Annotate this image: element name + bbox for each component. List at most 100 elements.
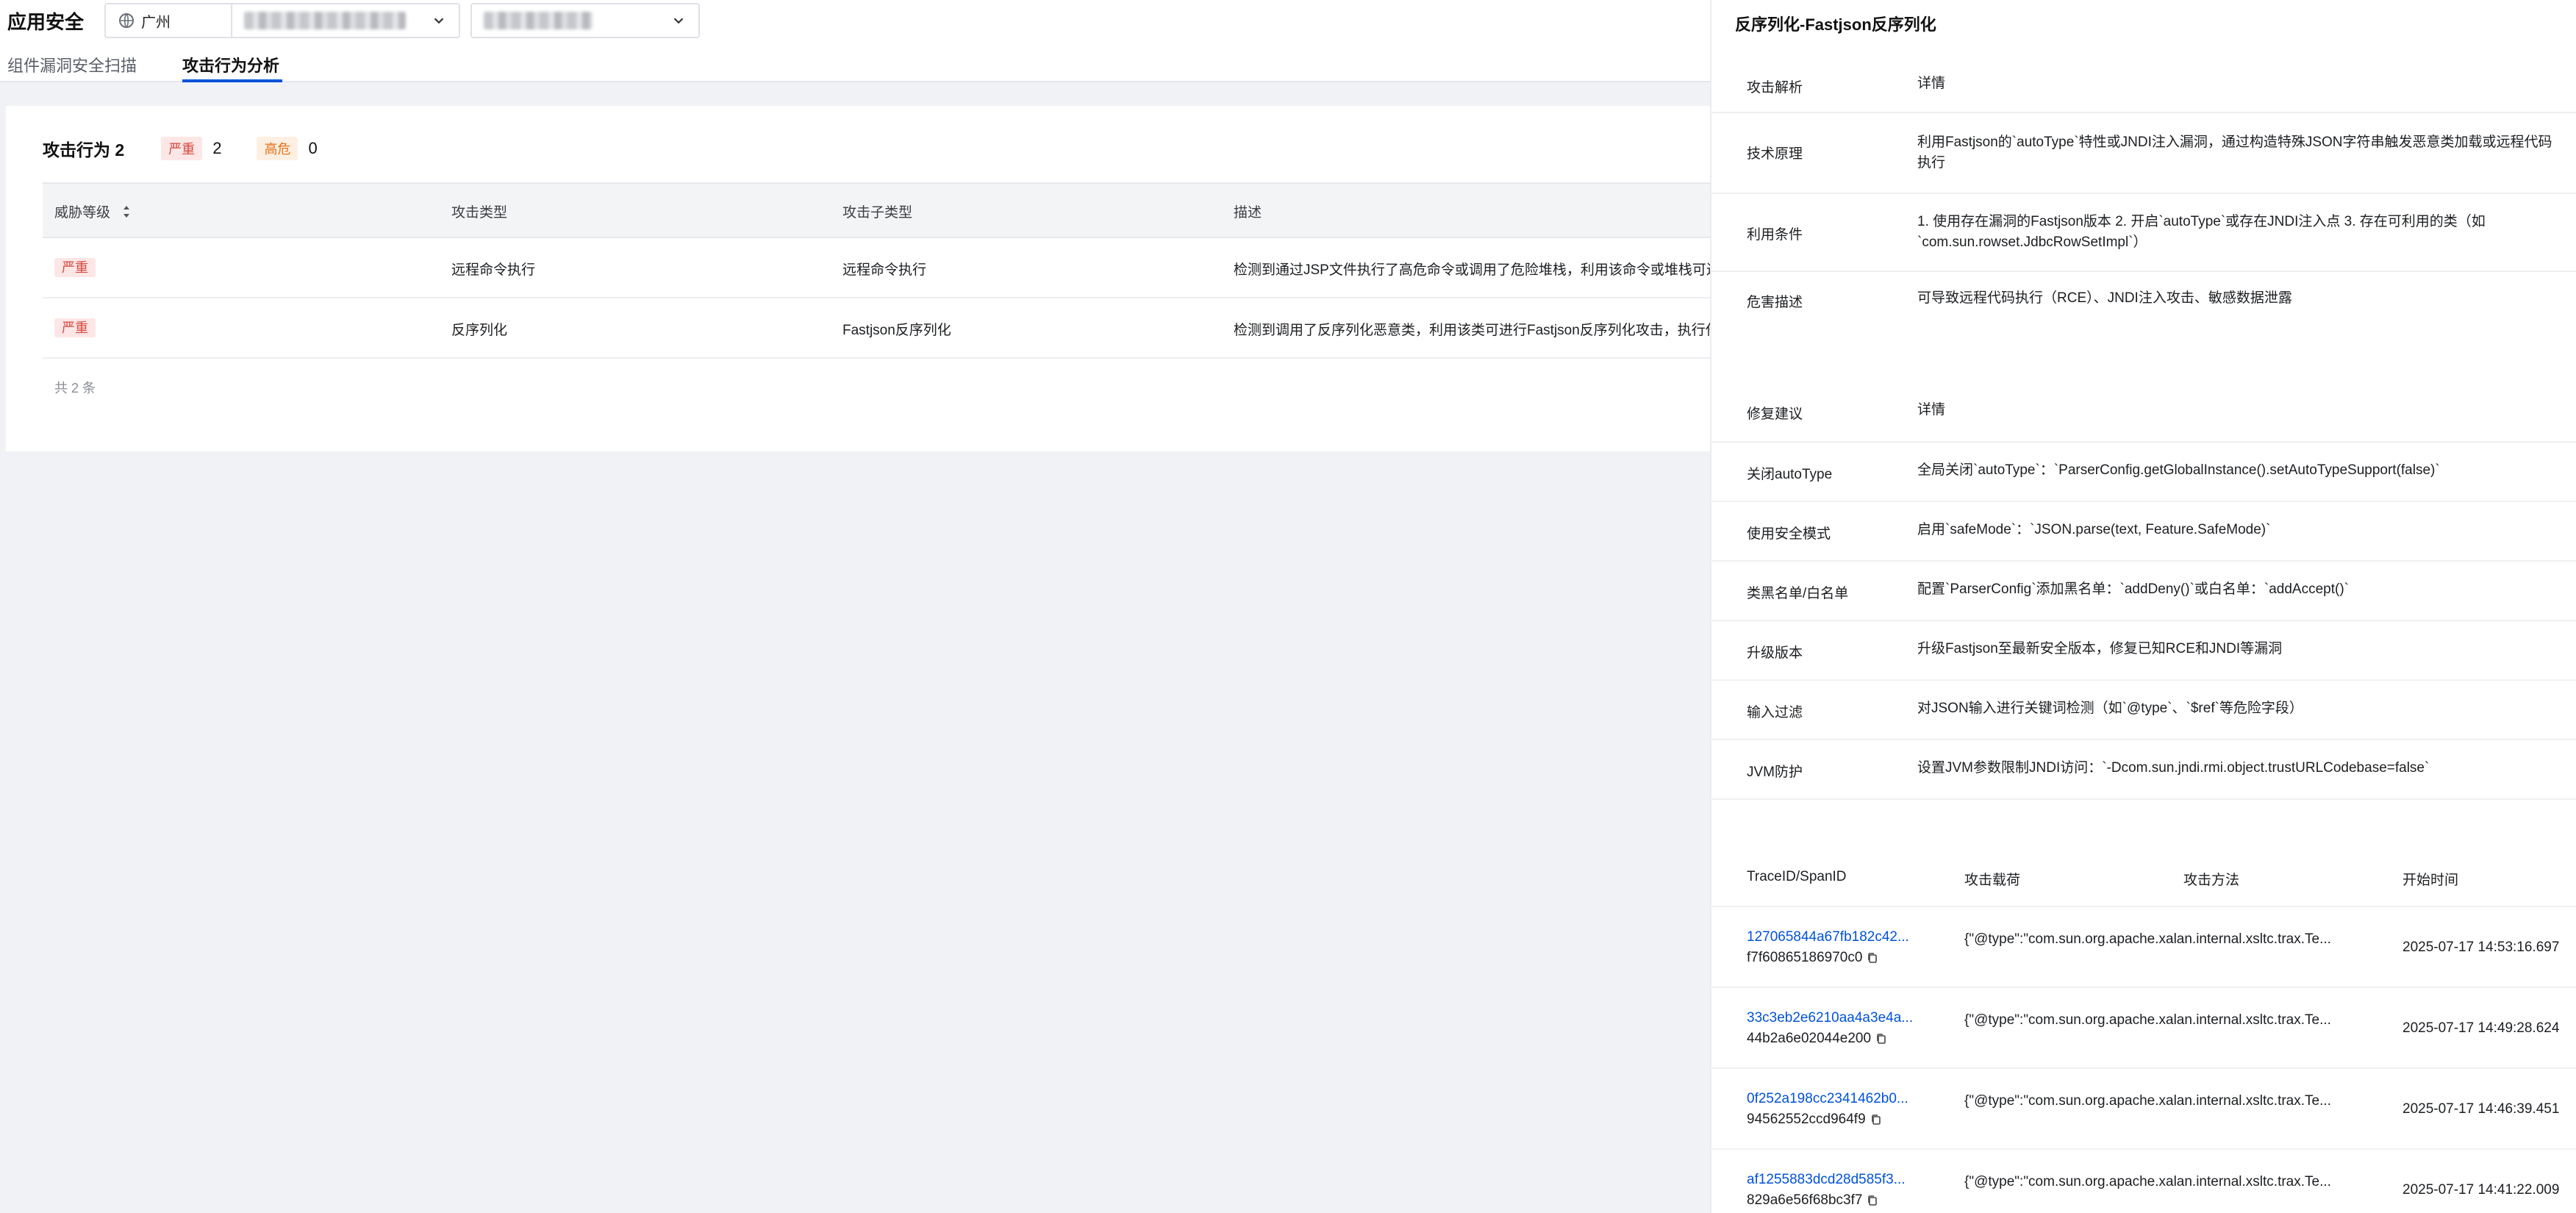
fix-header: 修复建议 详情	[1711, 384, 2576, 443]
fix-value: 配置`ParserConfig`添加黑名单：`addDeny()`或白名单：`a…	[1917, 582, 2349, 597]
table-row[interactable]: 严重 远程命令执行 远程命令执行 检测到通过JSP文件执行了高危命令或调用了危险…	[43, 238, 1770, 298]
fix-value: 全局关闭`autoType`：`ParserConfig.getGlobalIn…	[1917, 462, 2440, 478]
fix-key: 类黑名单/白名单	[1747, 586, 1849, 601]
severity-tag: 严重	[54, 258, 96, 277]
analysis-row: 技术原理 利用Fastjson的`autoType`特性或JNDI注入漏洞，通过…	[1711, 113, 2576, 194]
copy-icon[interactable]	[1867, 952, 1878, 964]
trace-id-link[interactable]: 0f252a198cc2341462b0...	[1747, 1091, 1908, 1107]
col-threat-level[interactable]: 威胁等级	[54, 201, 132, 221]
analysis-key: 利用条件	[1747, 227, 1803, 243]
copy-icon[interactable]	[1867, 1195, 1878, 1206]
span-id-text: 829a6e56f68bc3f7	[1747, 1192, 1863, 1208]
copy-icon[interactable]	[1875, 1033, 1887, 1045]
start-time: 2025-07-17 14:41:22.009	[2403, 1182, 2560, 1198]
col-label: 威胁等级	[54, 205, 111, 221]
tab-component-scan[interactable]: 组件漏洞安全扫描	[7, 53, 137, 76]
fix-header-value: 详情	[1917, 402, 1946, 418]
trace-id-link[interactable]: af1255883dcd28d585f3...	[1747, 1172, 1906, 1188]
chevron-down-icon	[673, 18, 684, 24]
analysis-header-value: 详情	[1917, 76, 1946, 91]
span-id-text: f7f60865186970c0	[1747, 950, 1863, 965]
sort-icon[interactable]	[121, 204, 132, 219]
fix-row: 升级版本 升级Fastjson至最新安全版本，修复已知RCE和JNDI等漏洞	[1711, 621, 2576, 681]
severity-tag: 严重	[54, 318, 96, 337]
region-value: 广州	[141, 14, 171, 31]
copy-icon[interactable]	[1870, 1114, 1882, 1126]
app-select[interactable]	[231, 3, 460, 38]
fix-row: 使用安全模式 启用`safeMode`：`JSON.parse(text, Fe…	[1711, 502, 2576, 562]
attack-description: 检测到通过JSP文件执行了高危命令或调用了危险堆栈，利用该命令或堆栈可进	[1234, 262, 1720, 278]
col-trace-id: TraceID/SpanID	[1747, 869, 1847, 884]
drawer-title: 反序列化-Fastjson反序列化	[1735, 15, 1936, 34]
attack-description: 检测到调用了反序列化恶意类，利用该类可进行Fastjson反序列化攻击，执行任	[1234, 323, 1720, 338]
col-start-time: 开始时间	[2403, 873, 2459, 888]
analysis-value: 1. 使用存在漏洞的Fastjson版本 2. 开启`autoType`或存在J…	[1917, 214, 2486, 250]
analysis-value: 利用Fastjson的`autoType`特性或JNDI注入漏洞，通过构造特殊J…	[1917, 135, 2552, 171]
payload: {"@type":"com.sun.org.apache.xalan.inter…	[1964, 1174, 2331, 1189]
high-badge: 高危	[257, 137, 298, 160]
col-description: 描述	[1234, 205, 1262, 221]
attack-table: 威胁等级 攻击类型 攻击子类型 描述 严重 远程命令执行 远程命令执行 检测到通…	[43, 182, 1770, 359]
trace-row: 0f252a198cc2341462b0... 94562552ccd964f9…	[1711, 1069, 2576, 1150]
analysis-header-key: 攻击解析	[1747, 80, 1803, 96]
analysis-header: 攻击解析 详情	[1711, 59, 2576, 113]
high-count: 0	[308, 139, 318, 157]
fix-value: 对JSON输入进行关键词检测（如`@type`、`$ref`等危险字段）	[1917, 701, 2303, 716]
fix-header-key: 修复建议	[1747, 407, 1803, 422]
trace-row: af1255883dcd28d585f3... 829a6e56f68bc3f7…	[1711, 1150, 2576, 1213]
tab-attack-analysis[interactable]: 攻击行为分析	[182, 53, 279, 76]
chevron-down-icon	[434, 18, 444, 24]
span-id: 44b2a6e02044e200	[1747, 1031, 1887, 1047]
col-payload: 攻击载荷	[1964, 873, 2021, 888]
fix-row: 输入过滤 对JSON输入进行关键词检测（如`@type`、`$ref`等危险字段…	[1711, 681, 2576, 740]
span-id-text: 44b2a6e02044e200	[1747, 1031, 1872, 1046]
globe-icon	[119, 13, 134, 28]
instance-select[interactable]	[471, 3, 700, 38]
analysis-row: 危害描述 可导致远程代码执行（RCE）、JNDI注入攻击、敏感数据泄露	[1711, 272, 2576, 331]
start-time: 2025-07-17 14:46:39.451	[2403, 1101, 2560, 1117]
span-id-text: 94562552ccd964f9	[1747, 1112, 1866, 1127]
table-header: 威胁等级 攻击类型 攻击子类型 描述	[43, 182, 1770, 238]
start-time: 2025-07-17 14:49:28.624	[2403, 1020, 2560, 1036]
span-id: 94562552ccd964f9	[1747, 1112, 1882, 1128]
analysis-section: 攻击解析 详情 技术原理 利用Fastjson的`autoType`特性或JND…	[1711, 59, 2576, 331]
attack-card: 攻击行为 2 严重 2 高危 0 威胁等级 攻击类型 攻击子类型 描述 严重 远…	[6, 106, 1770, 451]
severe-count: 2	[212, 139, 222, 157]
fix-value: 升级Fastjson至最新安全版本，修复已知RCE和JNDI等漏洞	[1917, 641, 2283, 656]
attack-type: 远程命令执行	[451, 262, 536, 278]
payload: {"@type":"com.sun.org.apache.xalan.inter…	[1964, 1093, 2331, 1109]
fix-value: 设置JVM参数限制JNDI访问：`-Dcom.sun.jndi.rmi.obje…	[1917, 760, 2430, 776]
fix-key: 使用安全模式	[1747, 526, 1831, 542]
payload: {"@type":"com.sun.org.apache.xalan.inter…	[1964, 931, 2331, 947]
fix-key: 输入过滤	[1747, 705, 1803, 720]
attack-summary: 攻击行为 2 严重 2 高危 0	[43, 135, 318, 162]
payload: {"@type":"com.sun.org.apache.xalan.inter…	[1964, 1012, 2331, 1028]
table-row[interactable]: 严重 反序列化 Fastjson反序列化 检测到调用了反序列化恶意类，利用该类可…	[43, 298, 1770, 359]
fix-row: 类黑名单/白名单 配置`ParserConfig`添加黑名单：`addDeny(…	[1711, 562, 2576, 621]
analysis-key: 危害描述	[1747, 295, 1803, 310]
fix-row: JVM防护 设置JVM参数限制JNDI访问：`-Dcom.sun.jndi.rm…	[1711, 740, 2576, 800]
col-method: 攻击方法	[2183, 873, 2240, 888]
attack-type: 反序列化	[451, 323, 508, 338]
severe-badge: 严重	[161, 137, 203, 160]
fix-key: 关闭autoType	[1747, 467, 1833, 482]
redacted-value	[244, 12, 406, 29]
span-id: 829a6e56f68bc3f7	[1747, 1192, 1878, 1209]
fix-key: 升级版本	[1747, 645, 1803, 661]
total-count: 共 2 条	[54, 381, 96, 396]
analysis-row: 利用条件 1. 使用存在漏洞的Fastjson版本 2. 开启`autoType…	[1711, 194, 2576, 272]
span-id: f7f60865186970c0	[1747, 950, 1878, 966]
trace-row: 33c3eb2e6210aa4a3e4a... 44b2a6e02044e200…	[1711, 988, 2576, 1069]
analysis-key: 技术原理	[1747, 146, 1803, 162]
fix-row: 关闭autoType 全局关闭`autoType`：`ParserConfig.…	[1711, 443, 2576, 502]
attack-subtype: Fastjson反序列化	[842, 323, 951, 338]
redacted-value	[484, 12, 593, 29]
summary-title: 攻击行为 2	[43, 140, 125, 160]
trace-id-link[interactable]: 33c3eb2e6210aa4a3e4a...	[1747, 1010, 1913, 1026]
fix-value: 启用`safeMode`：`JSON.parse(text, Feature.S…	[1917, 522, 2271, 537]
page-title: 应用安全	[7, 10, 85, 33]
col-attack-type: 攻击类型	[451, 205, 508, 221]
attack-subtype: 远程命令执行	[842, 262, 927, 278]
fix-key: JVM防护	[1747, 765, 1803, 780]
trace-id-link[interactable]: 127065844a67fb182c42...	[1747, 929, 1909, 945]
